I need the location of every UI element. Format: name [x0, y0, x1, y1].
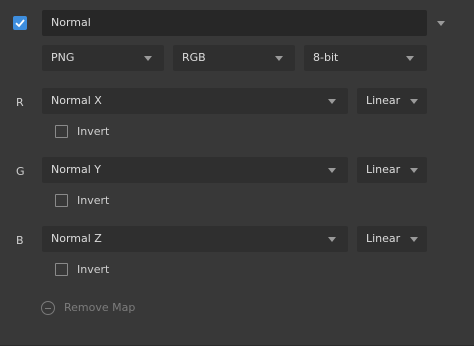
channel-g-invert-checkbox[interactable] — [55, 194, 68, 207]
channel-g-source-dropdown[interactable]: Normal Y — [42, 157, 348, 183]
remove-map-label: Remove Map — [64, 301, 136, 314]
channel-letter-g: G — [16, 165, 25, 178]
chevron-down-icon — [410, 168, 418, 173]
checkmark-icon — [15, 19, 25, 28]
channel-b-interpolation-dropdown[interactable]: Linear — [357, 226, 427, 252]
chevron-down-icon — [144, 56, 152, 61]
channel-r-invert-label: Invert — [77, 125, 110, 138]
chevron-down-icon[interactable] — [437, 21, 445, 26]
channel-b-source-dropdown[interactable]: Normal Z — [42, 226, 348, 252]
chevron-down-icon — [328, 237, 336, 242]
chevron-down-icon — [410, 237, 418, 242]
format-dropdown[interactable]: PNG — [42, 45, 164, 71]
channel-b-source-value: Normal Z — [51, 232, 102, 245]
channel-letter-r: R — [16, 96, 24, 109]
map-settings-panel: Normal PNG RGB 8-bit R Normal X Linear I… — [0, 0, 474, 346]
chevron-down-icon — [328, 99, 336, 104]
channel-g-source-value: Normal Y — [51, 163, 102, 176]
remove-map-button[interactable]: Remove Map — [41, 300, 141, 316]
channel-g-interpolation-dropdown[interactable]: Linear — [357, 157, 427, 183]
chevron-down-icon — [410, 99, 418, 104]
channel-b-interpolation-value: Linear — [366, 232, 401, 245]
chevron-down-icon — [328, 168, 336, 173]
channel-letter-b: B — [16, 234, 24, 247]
bit-depth-dropdown[interactable]: 8-bit — [304, 45, 427, 71]
channel-r-interpolation-value: Linear — [366, 94, 401, 107]
color-mode-dropdown[interactable]: RGB — [173, 45, 295, 71]
channel-b-invert-label: Invert — [77, 263, 110, 276]
channel-r-invert-checkbox[interactable] — [55, 125, 68, 138]
channel-g-interpolation-value: Linear — [366, 163, 401, 176]
color-mode-value: RGB — [182, 51, 206, 64]
map-name-value: Normal — [51, 16, 91, 29]
channel-r-source-value: Normal X — [51, 94, 102, 107]
format-value: PNG — [51, 51, 75, 64]
minus-circle-icon — [41, 301, 55, 315]
channel-g-invert-label: Invert — [77, 194, 110, 207]
chevron-down-icon — [406, 56, 414, 61]
channel-r-source-dropdown[interactable]: Normal X — [42, 88, 348, 114]
chevron-down-icon — [275, 56, 283, 61]
enable-map-checkbox[interactable] — [13, 16, 27, 30]
channel-b-invert-checkbox[interactable] — [55, 263, 68, 276]
bit-depth-value: 8-bit — [313, 51, 339, 64]
channel-r-interpolation-dropdown[interactable]: Linear — [357, 88, 427, 114]
map-name-input[interactable]: Normal — [42, 10, 427, 36]
